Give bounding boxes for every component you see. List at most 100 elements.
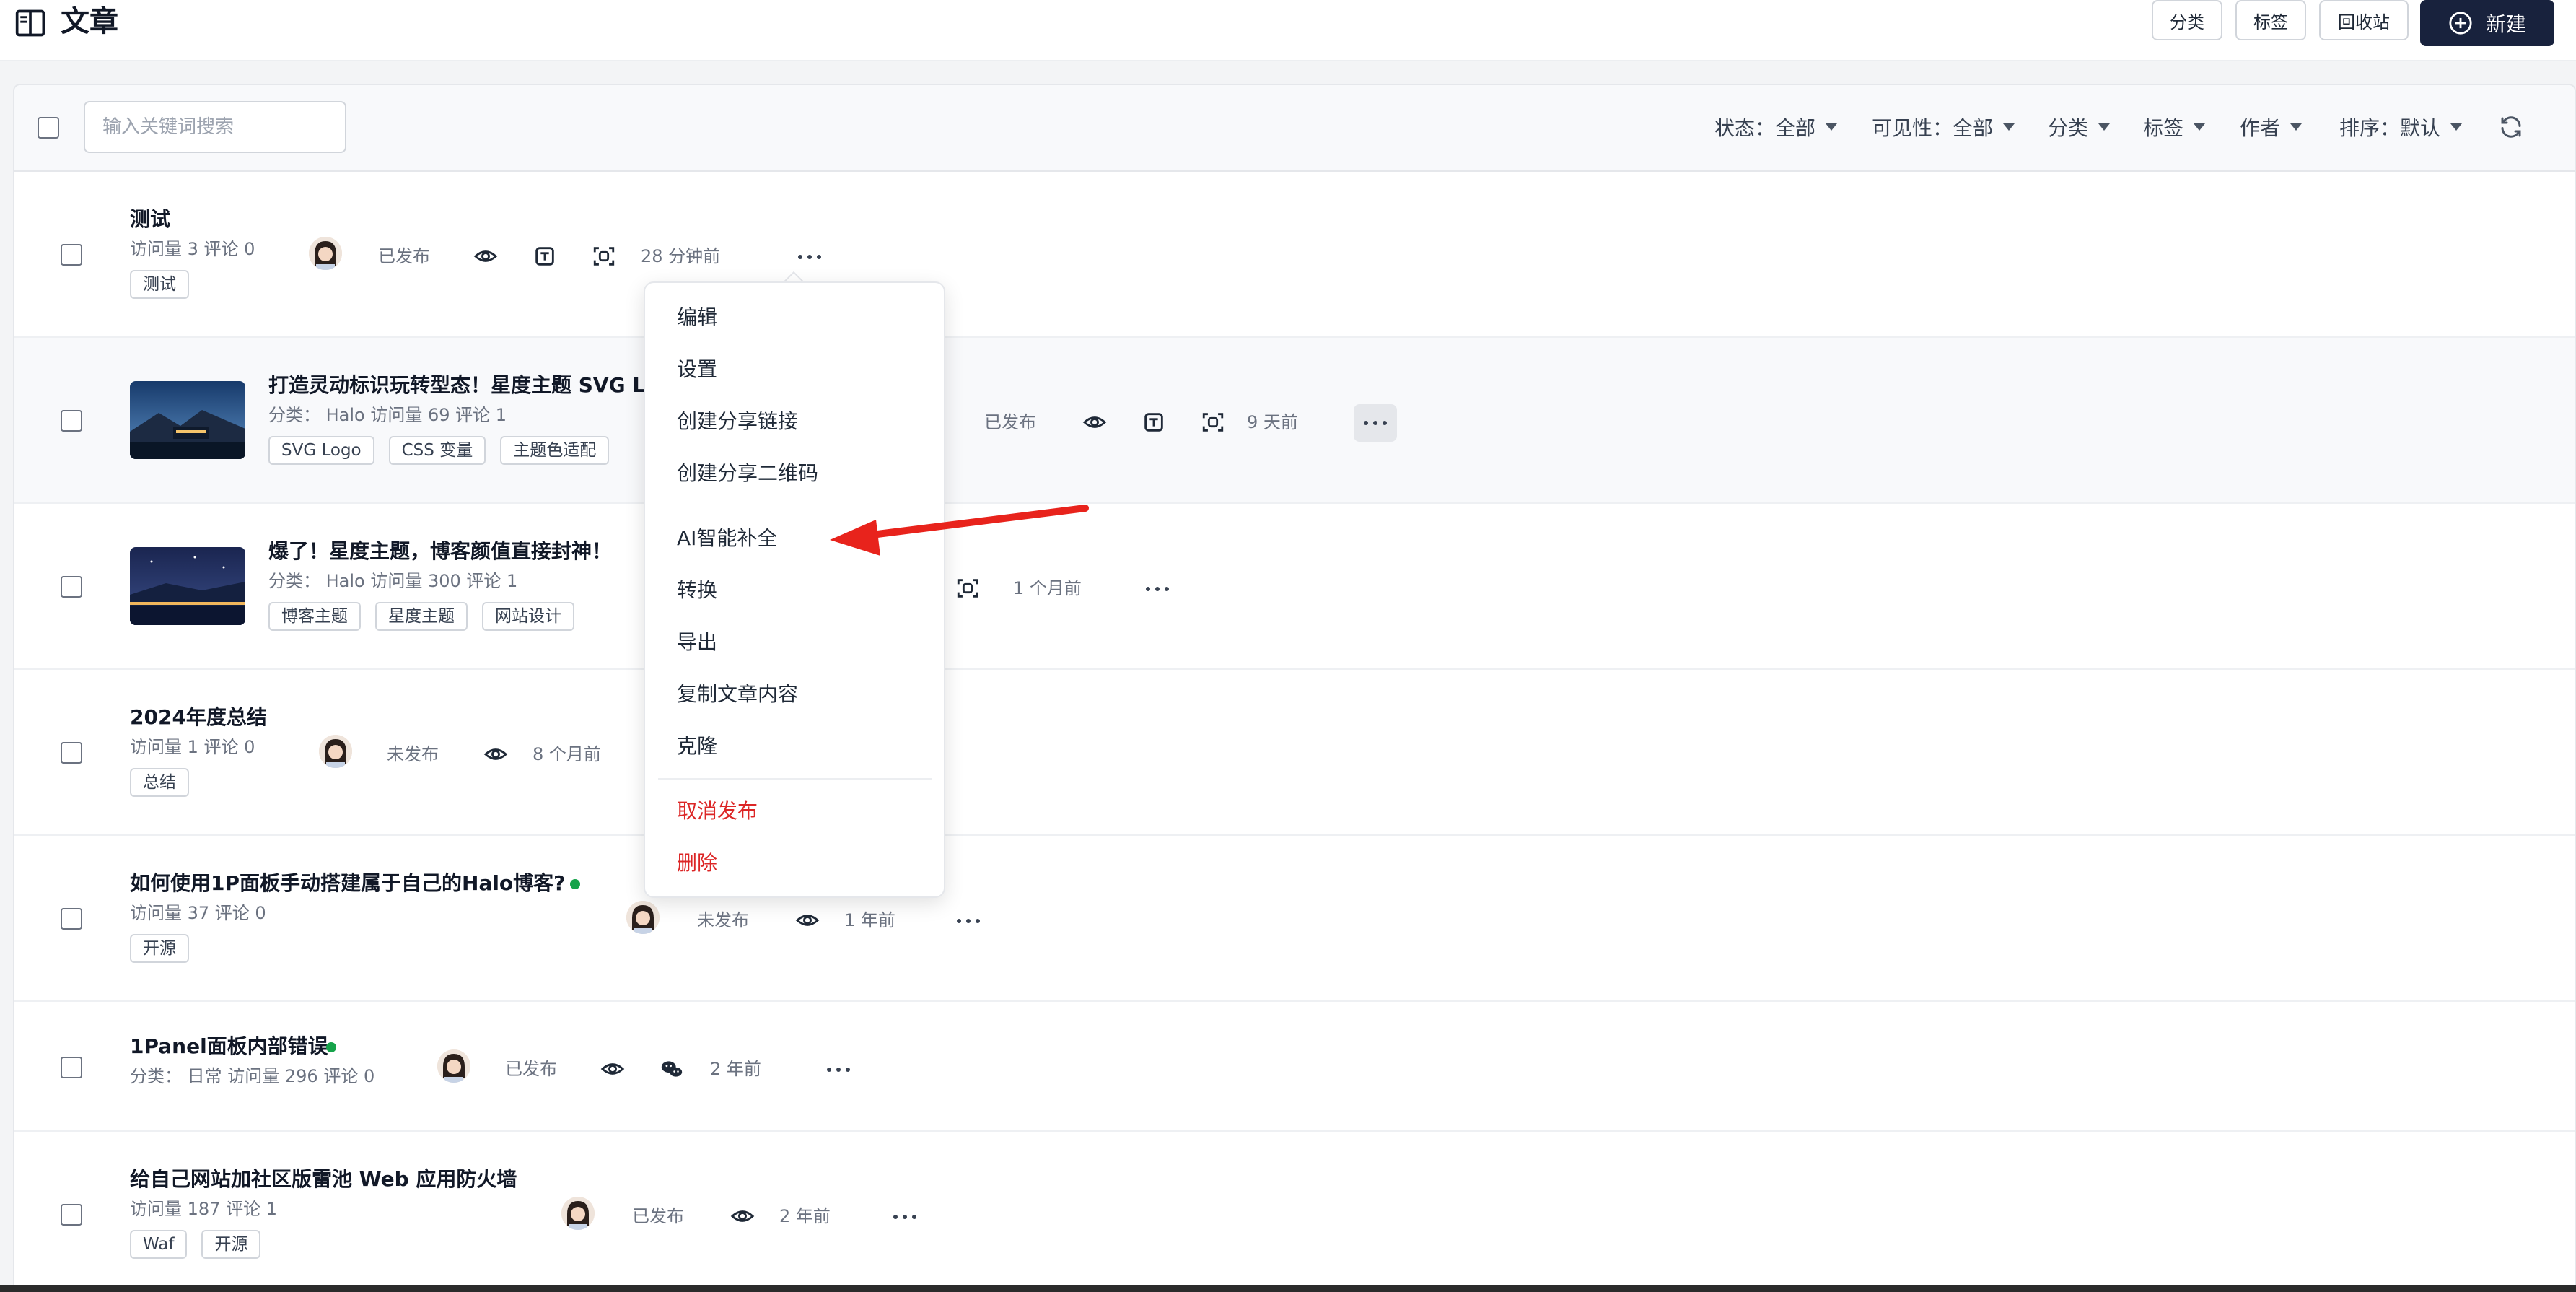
post-status: 未发布 <box>697 910 749 930</box>
post-row[interactable]: 给自己网站加社区版雷池 Web 应用防火墙 访问量 187 评论 1 Waf 开… <box>14 1132 2575 1291</box>
menu-item-delete[interactable]: 删除 <box>677 850 717 876</box>
post-meta: 访问量 3 评论 0 <box>130 239 255 259</box>
recycle-bin-button[interactable]: 回收站 <box>2319 0 2409 40</box>
author-avatar <box>309 237 342 270</box>
menu-item-unpublish[interactable]: 取消发布 <box>677 798 758 824</box>
row-checkbox[interactable] <box>61 1057 82 1078</box>
sort-filter[interactable]: 排序：默认 <box>2339 113 2463 141</box>
row-checkbox[interactable] <box>61 410 82 432</box>
post-status: 已发布 <box>984 412 1036 432</box>
tag-chip[interactable]: 星度主题 <box>375 602 468 631</box>
post-meta: 访问量 37 评论 0 <box>130 903 266 923</box>
post-cover-image <box>130 547 245 625</box>
visibility-filter[interactable]: 可见性：全部 <box>1872 113 2015 141</box>
scan-icon <box>1202 413 1224 432</box>
post-status: 已发布 <box>378 246 430 266</box>
tag-filter[interactable]: 标签 <box>2143 113 2206 141</box>
row-checkbox[interactable] <box>61 742 82 764</box>
post-title[interactable]: 如何使用1P面板手动搭建属于自己的Halo博客? <box>130 870 565 896</box>
post-title[interactable]: 给自己网站加社区版雷池 Web 应用防火墙 <box>130 1166 517 1192</box>
search-input[interactable] <box>84 101 346 153</box>
more-actions-button[interactable] <box>1136 570 1179 608</box>
menu-item-share-link[interactable]: 创建分享链接 <box>677 409 798 435</box>
tag-chip[interactable]: 主题色适配 <box>500 436 610 465</box>
scan-icon <box>957 579 978 598</box>
post-title[interactable]: 打造灵动标识玩转型态！星度主题 SVG Lo <box>268 372 659 398</box>
post-tags: 测试 <box>130 270 189 299</box>
author-avatar <box>437 1049 470 1083</box>
more-actions-button[interactable] <box>817 1051 860 1088</box>
bottom-edge <box>0 1285 2576 1292</box>
post-title[interactable]: 2024年度总结 <box>130 704 267 730</box>
post-row[interactable]: 测试 访问量 3 评论 0 测试 已发布 28 分钟前 <box>14 172 2575 338</box>
more-actions-button[interactable] <box>1354 404 1397 442</box>
post-time: 2 年前 <box>779 1206 831 1226</box>
tag-chip[interactable]: 开源 <box>201 1230 261 1259</box>
post-tags: Waf 开源 <box>130 1230 261 1259</box>
tags-button[interactable]: 标签 <box>2235 0 2306 40</box>
new-post-label: 新建 <box>2485 12 2526 36</box>
plus-circle-icon <box>2449 12 2472 35</box>
chevron-down-icon <box>2450 123 2463 131</box>
post-list-panel: 状态：全部 可见性：全部 分类 标签 作者 排序：默认 测试 访问量 3 评论 … <box>13 84 2576 1292</box>
post-title[interactable]: 爆了！星度主题，博客颜值直接封神！ <box>268 538 612 564</box>
menu-item-ai-complete[interactable]: AI智能补全 <box>677 525 777 551</box>
refresh-icon[interactable] <box>2498 114 2524 140</box>
post-actions-dropdown: 编辑 设置 创建分享链接 创建分享二维码 AI智能补全 转换 导出 复制文章内容… <box>644 281 945 898</box>
tag-chip[interactable]: 博客主题 <box>268 602 361 631</box>
menu-item-clone[interactable]: 克隆 <box>677 733 717 759</box>
post-row[interactable]: 爆了！星度主题，博客颜值直接封神！ 分类： Halo 访问量 300 评论 1 … <box>14 504 2575 670</box>
tag-chip[interactable]: 网站设计 <box>482 602 574 631</box>
row-checkbox[interactable] <box>61 1204 82 1226</box>
menu-item-export[interactable]: 导出 <box>677 629 717 655</box>
post-time: 28 分钟前 <box>641 246 721 266</box>
tag-chip[interactable]: 测试 <box>130 270 189 299</box>
row-checkbox[interactable] <box>61 244 82 266</box>
post-cover-image <box>130 381 245 459</box>
post-tags: 开源 <box>130 934 189 963</box>
tag-chip[interactable]: 总结 <box>130 768 189 797</box>
select-all-checkbox[interactable] <box>38 117 59 139</box>
category-filter[interactable]: 分类 <box>2048 113 2111 141</box>
post-tags: 博客主题 星度主题 网站设计 <box>268 602 574 631</box>
more-actions-button[interactable] <box>947 902 990 940</box>
chevron-down-icon <box>2098 123 2111 131</box>
post-row[interactable]: 如何使用1P面板手动搭建属于自己的Halo博客? 访问量 37 评论 0 开源 … <box>14 836 2575 1002</box>
chevron-down-icon <box>2003 123 2015 131</box>
post-tags: SVG Logo CSS 变量 主题色适配 <box>268 436 610 465</box>
row-checkbox[interactable] <box>61 908 82 930</box>
chevron-down-icon <box>1826 123 1838 131</box>
post-meta: 分类： Halo 访问量 69 评论 1 <box>268 405 507 425</box>
chevron-down-icon <box>2290 123 2303 131</box>
author-avatar <box>561 1197 595 1230</box>
post-row[interactable]: 打造灵动标识玩转型态！星度主题 SVG Lo 分类： Halo 访问量 69 评… <box>14 338 2575 504</box>
author-avatar <box>626 901 660 934</box>
category-button[interactable]: 分类 <box>2152 0 2222 40</box>
post-title[interactable]: 1Panel面板内部错误 <box>130 1034 328 1060</box>
new-post-button[interactable]: 新建 <box>2420 0 2554 46</box>
post-title[interactable]: 测试 <box>130 206 170 232</box>
post-row[interactable]: 2024年度总结 访问量 1 评论 0 总结 未发布 8 个月前 <box>14 670 2575 836</box>
post-row[interactable]: 1Panel面板内部错误 分类： 日常 访问量 296 评论 0 已发布 2 年… <box>14 1002 2575 1132</box>
author-filter[interactable]: 作者 <box>2240 113 2303 141</box>
tag-chip[interactable]: 开源 <box>130 934 189 963</box>
menu-item-settings[interactable]: 设置 <box>677 357 717 383</box>
menu-item-share-qrcode[interactable]: 创建分享二维码 <box>677 461 818 486</box>
tag-chip[interactable]: Waf <box>130 1230 188 1259</box>
menu-item-convert[interactable]: 转换 <box>677 577 717 603</box>
more-actions-button[interactable] <box>883 1198 926 1236</box>
post-meta: 访问量 1 评论 0 <box>130 737 255 757</box>
tag-chip[interactable]: CSS 变量 <box>388 436 486 465</box>
post-time: 8 个月前 <box>533 744 601 764</box>
post-meta: 分类： Halo 访问量 300 评论 1 <box>268 571 518 591</box>
more-actions-button[interactable] <box>788 238 831 276</box>
status-filter[interactable]: 状态：全部 <box>1714 113 1838 141</box>
document-icon <box>1144 413 1163 432</box>
post-time: 2 年前 <box>710 1059 761 1079</box>
menu-item-copy-content[interactable]: 复制文章内容 <box>677 681 798 707</box>
menu-item-edit[interactable]: 编辑 <box>677 305 717 331</box>
tag-chip[interactable]: SVG Logo <box>268 436 374 465</box>
post-status: 已发布 <box>505 1059 557 1079</box>
published-indicator <box>326 1042 336 1052</box>
row-checkbox[interactable] <box>61 576 82 598</box>
